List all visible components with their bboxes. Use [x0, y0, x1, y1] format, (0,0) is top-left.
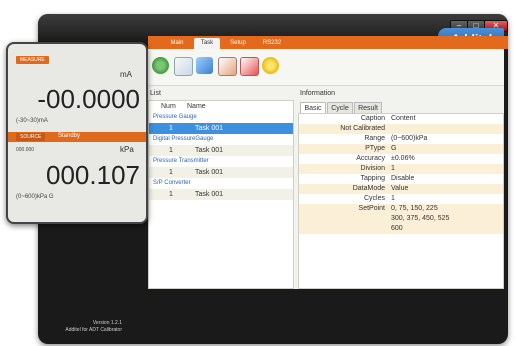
info-row: Division 1: [299, 164, 503, 174]
info-row: Tapping Disable: [360, 175, 415, 182]
tab-task[interactable]: Task: [194, 38, 220, 49]
list-item[interactable]: 1 Task 001: [149, 145, 293, 156]
info-row: Range (0~600)kPa: [364, 135, 428, 142]
info-row: 300, 375, 450, 525: [299, 214, 503, 224]
list-item[interactable]: 1 Task 001: [149, 123, 293, 134]
list-header: Num Name: [149, 101, 293, 112]
refresh-icon[interactable]: [152, 57, 169, 74]
info-row: Cycles 1: [363, 195, 395, 202]
edit-task-icon[interactable]: [196, 57, 213, 74]
col-name: Name: [187, 103, 206, 110]
source-reading: 000.107: [46, 160, 140, 190]
tab-result[interactable]: Result: [354, 102, 382, 113]
item-name: Task 001: [195, 125, 224, 132]
source-secondary: 000.000: [16, 147, 35, 153]
item-name: Task 001: [195, 147, 224, 154]
source-mode: Standby: [58, 133, 81, 139]
tab-cycle[interactable]: Cycle: [327, 102, 353, 113]
task-content: List Information Num Name Pressure Gauge…: [148, 49, 504, 289]
info-row: PType G: [299, 144, 503, 154]
toolbar: [148, 49, 504, 86]
measure-reading: -00.0000: [37, 84, 140, 114]
group-pressure-transmitter[interactable]: Pressure Transmitter: [149, 156, 293, 167]
measure-label: MEASURE: [16, 56, 49, 64]
info-row: 600: [299, 224, 503, 234]
group-sp-converter[interactable]: S/P Converter: [149, 178, 293, 189]
source-label: SOURCE: [16, 133, 46, 141]
info-row: Caption Content: [360, 115, 416, 122]
item-num: 1: [169, 169, 173, 176]
info-row: Accuracy ±0.06%: [356, 155, 415, 162]
source-unit: kPa: [120, 145, 134, 154]
tab-rs232[interactable]: RS232: [256, 38, 288, 49]
delete-icon[interactable]: [240, 57, 259, 76]
list-item[interactable]: 1 Task 001: [149, 167, 293, 178]
list-title: List: [150, 90, 161, 97]
measure-unit: mA: [120, 70, 132, 79]
tab-setup[interactable]: Setup: [224, 38, 252, 49]
item-name: Task 001: [195, 169, 224, 176]
source-range: (0~600)kPa G: [16, 194, 54, 200]
item-num: 1: [169, 125, 173, 132]
info-row: Not Calibrated: [299, 124, 503, 134]
info-title: Information: [300, 90, 336, 97]
tab-main[interactable]: Main: [163, 38, 191, 49]
export-icon[interactable]: [218, 57, 237, 76]
group-pressure-gauge[interactable]: Pressure Gauge: [149, 112, 293, 123]
main-tab-bar: Main Task Setup RS232: [148, 36, 508, 49]
import-icon[interactable]: [174, 57, 193, 76]
item-name: Task 001: [195, 191, 224, 198]
info-row: SetPoint 0, 75, 150, 225: [299, 204, 503, 214]
col-num: Num: [161, 103, 176, 110]
calibrator-device: MEASURE mA -00.0000 (-30~30)mA SOURCE St…: [6, 42, 148, 224]
task-list: Num Name Pressure Gauge 1 Task 001 Digit…: [148, 100, 294, 289]
list-item[interactable]: 1 Task 001: [149, 189, 293, 200]
item-num: 1: [169, 191, 173, 198]
star-icon[interactable]: [262, 57, 279, 74]
measure-range: (-30~30)mA: [16, 118, 48, 124]
info-row: DataMode Value: [299, 184, 503, 194]
version-info: Version 1.2.1 Additel for ADT Calibrator: [65, 320, 122, 333]
item-num: 1: [169, 147, 173, 154]
group-digital-pressure-gauge[interactable]: Digital PressureGauge: [149, 134, 293, 145]
info-panel: Caption Content Not Calibrated Range (0~60…: [298, 113, 504, 289]
